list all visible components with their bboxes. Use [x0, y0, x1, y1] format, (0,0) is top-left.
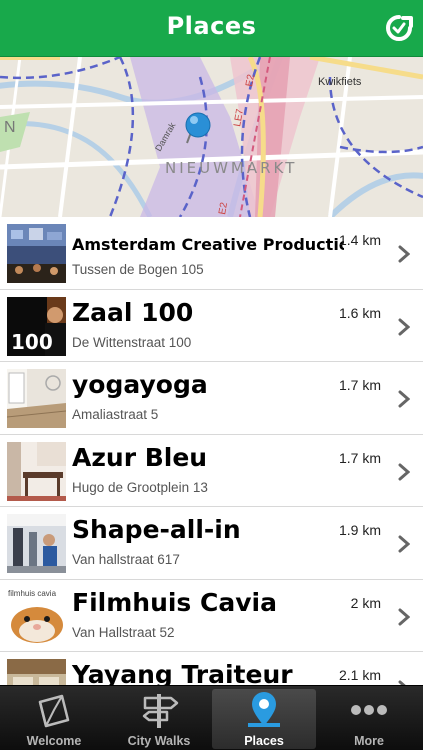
place-thumbnail: filmhuis cavia — [7, 586, 66, 646]
more-icon — [351, 705, 387, 715]
place-distance: 2.1 km — [338, 667, 381, 683]
place-address: Amaliastraat 5 — [72, 407, 159, 422]
place-address: Van hallstraat 617 — [72, 552, 180, 567]
place-address: De Wittenstraat 100 — [72, 334, 192, 350]
thumb-text: 100 — [11, 330, 53, 354]
place-name: Yayang Traiteur — [72, 660, 293, 685]
place-thumbnail — [7, 224, 66, 283]
place-name: Amsterdam Creative Productions — [72, 235, 344, 254]
refresh-button[interactable] — [384, 13, 414, 43]
tab-places[interactable]: Places — [212, 689, 316, 749]
list-item[interactable]: Yayang Traiteur 2.1 km — [0, 652, 423, 685]
map-label: E2 — [217, 201, 230, 215]
tab-city-walks[interactable]: City Walks — [107, 686, 211, 750]
map-label: Kwikfiets — [318, 76, 362, 88]
list-item[interactable]: filmhuis cavia Filmhuis Cavia Van Hallst… — [0, 580, 423, 652]
place-address: Tussen de Bogen 105 — [72, 262, 204, 277]
place-distance: 1.7 km — [338, 449, 381, 466]
place-thumbnail — [7, 441, 66, 501]
place-name: Shape-all-in — [72, 515, 241, 544]
tab-more[interactable]: More — [317, 686, 421, 750]
place-name: Filmhuis Cavia — [72, 587, 277, 617]
list-item[interactable]: 100 Zaal 100 De Wittenstraat 100 1.6 km — [0, 290, 423, 362]
list-item[interactable]: Amsterdam Creative Productions Tussen de… — [0, 217, 423, 290]
map-pin-icon — [248, 692, 280, 727]
place-thumbnail — [7, 369, 66, 428]
place-address: Hugo de Grootplein 13 — [72, 479, 208, 495]
list-item[interactable]: Shape-all-in Van hallstraat 617 1.9 km — [0, 507, 423, 580]
place-distance: 1.9 km — [338, 522, 381, 538]
map-label: N — [4, 119, 16, 136]
place-address: Van Hallstraat 52 — [72, 624, 175, 640]
chevron-right-icon — [398, 245, 410, 263]
list-item[interactable]: Azur Bleu Hugo de Grootplein 13 1.7 km — [0, 435, 423, 507]
list-item[interactable]: yogayoga Amaliastraat 5 1.7 km — [0, 362, 423, 435]
chevron-right-icon — [398, 390, 410, 408]
place-distance: 1.7 km — [338, 377, 381, 393]
tab-bar: Welcome City Walks Places More — [0, 685, 423, 750]
tab-label: Places — [244, 734, 284, 748]
place-thumbnail — [7, 514, 66, 573]
thumb-text: filmhuis cavia — [8, 589, 57, 598]
places-list[interactable]: Amsterdam Creative Productions Tussen de… — [0, 217, 423, 685]
welcome-icon — [38, 694, 70, 728]
place-thumbnail — [7, 659, 66, 685]
map-label: NIEUWMARKT — [165, 159, 297, 177]
refresh-icon — [386, 15, 413, 41]
tab-label: City Walks — [127, 734, 191, 748]
map-view[interactable]: Kwikfiets NIEUWMARKT Damrak LE7 E2 E2 N — [0, 57, 423, 217]
place-name: Zaal 100 — [72, 297, 194, 327]
page-title: Places — [166, 12, 257, 40]
place-name: yogayoga — [72, 370, 208, 399]
place-distance: 1.6 km — [338, 304, 381, 321]
tab-label: Welcome — [26, 734, 82, 748]
place-name: Azur Bleu — [72, 442, 208, 472]
chevron-right-icon — [398, 608, 410, 625]
chevron-right-icon — [398, 463, 410, 480]
chevron-right-icon — [398, 318, 410, 335]
place-thumbnail: 100 — [7, 296, 66, 356]
chevron-right-icon — [398, 535, 410, 553]
map-label: E2 — [244, 73, 257, 87]
nav-bar: Places — [0, 0, 423, 57]
place-distance: 2 km — [350, 594, 381, 611]
place-distance: 1.4 km — [338, 232, 381, 248]
tab-label: More — [354, 734, 384, 748]
tab-welcome[interactable]: Welcome — [2, 686, 106, 750]
signpost-icon — [142, 694, 179, 728]
